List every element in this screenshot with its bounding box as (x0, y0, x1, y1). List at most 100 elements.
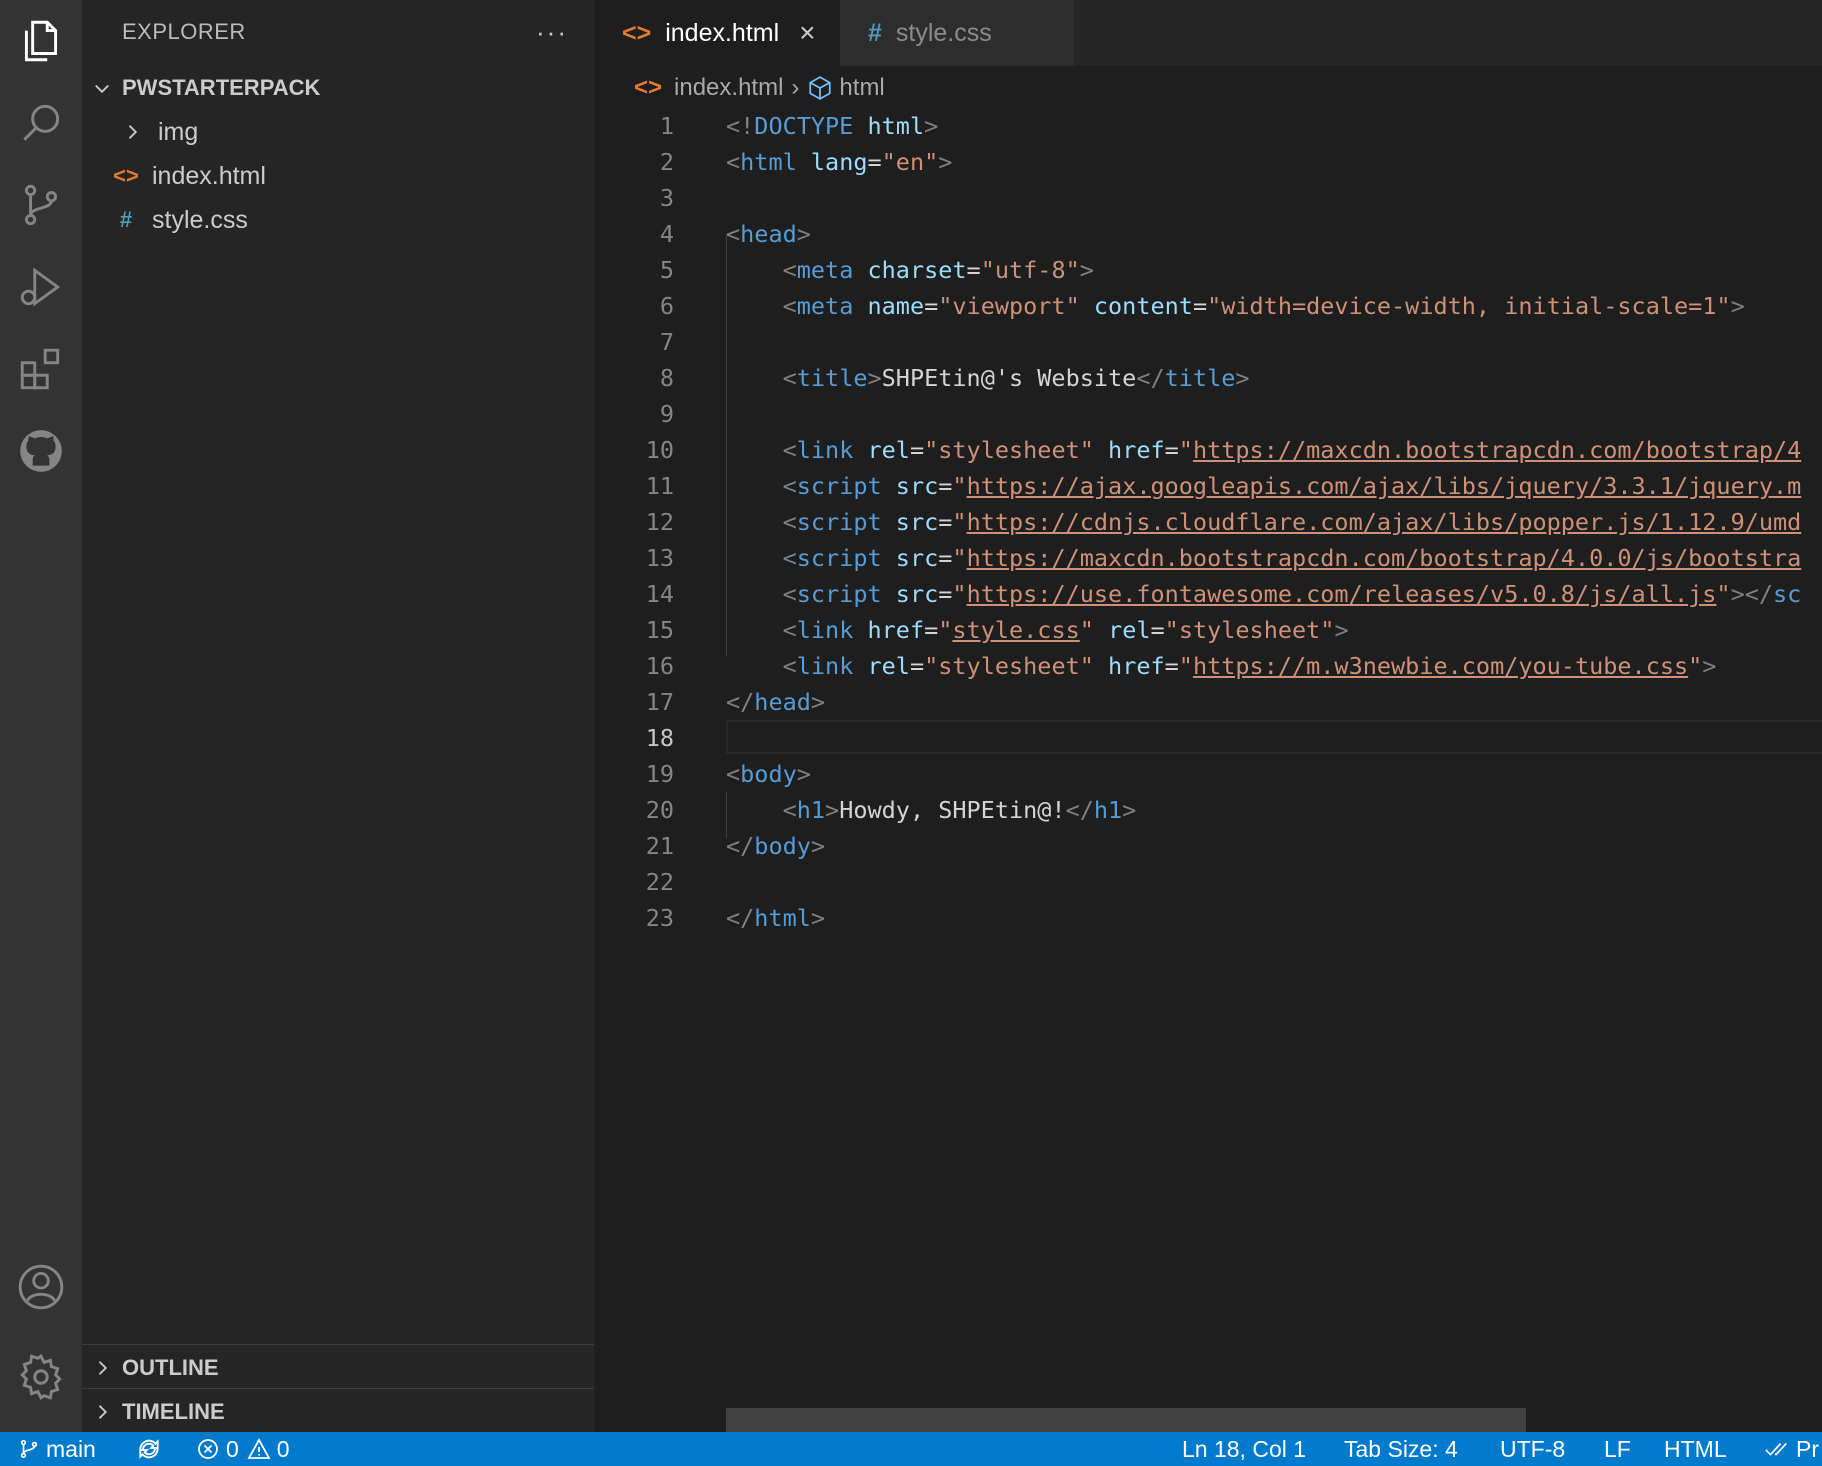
end-of-line[interactable]: LF (1604, 1432, 1631, 1466)
tab-size[interactable]: Tab Size: 4 (1344, 1432, 1458, 1466)
cursor-position[interactable]: Ln 18, Col 1 (1182, 1432, 1306, 1466)
code-token: < (782, 256, 797, 284)
tab-index-html[interactable]: <> index.html × (594, 0, 840, 66)
code-token: Howdy, SHPEtin@! (839, 796, 1066, 824)
code-line[interactable]: 18 (594, 720, 1822, 756)
code-link[interactable]: https://m.w3newbie.com/you-tube.css (1193, 652, 1688, 680)
code-link[interactable]: https://maxcdn.bootstrapcdn.com/bootstra… (967, 544, 1802, 572)
tab-style-css[interactable]: # style.css (840, 0, 1074, 66)
code-line[interactable]: 12 <script src="https://cdnjs.cloudflare… (594, 504, 1822, 540)
code-line[interactable]: 14 <script src="https://use.fontawesome.… (594, 576, 1822, 612)
code-token: head (740, 220, 797, 248)
explorer-icon[interactable] (0, 0, 82, 82)
code-line[interactable]: 20 <h1>Howdy, SHPEtin@!</h1> (594, 792, 1822, 828)
code-token: > (867, 364, 882, 392)
tree-item-style-css[interactable]: # style.css (82, 198, 594, 242)
code-line[interactable]: 13 <script src="https://maxcdn.bootstrap… (594, 540, 1822, 576)
code-token: </ (1136, 364, 1165, 392)
account-icon[interactable] (0, 1246, 82, 1328)
code-link[interactable]: style.css (952, 616, 1079, 644)
more-actions-button[interactable]: ··· (536, 17, 582, 48)
code-token: = (1164, 436, 1179, 464)
line-number: 8 (659, 364, 674, 392)
folder-section-header[interactable]: PWSTARTERPACK (82, 66, 594, 110)
code-link[interactable]: https://maxcdn.bootstrapcdn.com/bootstra… (1193, 436, 1801, 464)
settings-gear-icon[interactable] (0, 1336, 82, 1418)
code-line[interactable]: 2 <html lang="en"> (594, 144, 1822, 180)
code-link[interactable]: https://use.fontawesome.com/releases/v5.… (967, 580, 1717, 608)
line-number: 21 (645, 832, 674, 860)
language-mode[interactable]: HTML (1664, 1432, 1727, 1466)
prettier-status[interactable]: Pr (1764, 1432, 1819, 1466)
code-token: href (867, 616, 925, 644)
code-line[interactable]: 9 (594, 396, 1822, 432)
tree-item-label: img (158, 117, 199, 146)
code-token: " (952, 508, 967, 536)
code-line[interactable]: 7 (594, 324, 1822, 360)
code-token: = (1150, 616, 1165, 644)
code-token: h1 (1093, 796, 1123, 824)
code-line[interactable]: 21 </body> (594, 828, 1822, 864)
code-token: html (867, 112, 925, 140)
tree-item-index-html[interactable]: <> index.html (82, 154, 594, 198)
horizontal-scrollbar[interactable] (726, 1408, 1526, 1432)
line-number: 6 (659, 292, 674, 320)
run-debug-icon[interactable] (0, 246, 82, 328)
code-line[interactable]: 17 </head> (594, 684, 1822, 720)
code-line[interactable]: 23 </html> (594, 900, 1822, 936)
problems-indicator[interactable]: 0 0 (196, 1432, 290, 1466)
code-token: " (1716, 580, 1731, 608)
code-line[interactable]: 22 (594, 864, 1822, 900)
breadcrumb-symbol[interactable]: html (839, 74, 884, 102)
source-control-icon[interactable] (0, 164, 82, 246)
code-line[interactable]: 6 <meta name="viewport" content="width=d… (594, 288, 1822, 324)
close-icon[interactable]: × (799, 17, 815, 49)
code-token: > (810, 688, 826, 716)
code-line[interactable]: 3 (594, 180, 1822, 216)
code-token: script (796, 580, 882, 608)
code-token: link (796, 652, 854, 680)
code-link[interactable]: https://cdnjs.cloudflare.com/ajax/libs/p… (967, 508, 1802, 536)
code-line[interactable]: 8 <title>SHPEtin@'s Website</title> (594, 360, 1822, 396)
sync-icon[interactable] (136, 1432, 168, 1466)
timeline-section-header[interactable]: TIMELINE (82, 1390, 594, 1434)
code-line[interactable]: 16 <link rel="stylesheet" href="https://… (594, 648, 1822, 684)
warning-count: 0 (276, 1435, 290, 1462)
breadcrumb-file[interactable]: index.html (674, 74, 783, 102)
code-token: SHPEtin@'s Website (881, 364, 1137, 392)
code-token: script (796, 544, 882, 572)
code-text: <h1>Howdy, SHPEtin@!</h1> (726, 792, 1137, 828)
outline-section-header[interactable]: OUTLINE (82, 1346, 594, 1390)
code-token: meta (796, 292, 854, 320)
explorer-title: EXPLORER (122, 19, 246, 44)
code-line[interactable]: 19 <body> (594, 756, 1822, 792)
tree-item-img-folder[interactable]: img (82, 110, 594, 154)
code-line[interactable]: 11 <script src="https://ajax.googleapis.… (594, 468, 1822, 504)
code-link[interactable]: https://ajax.googleapis.com/ajax/libs/jq… (967, 472, 1802, 500)
html-file-icon: <> (634, 74, 663, 101)
code-line[interactable]: 15 <link href="style.css" rel="styleshee… (594, 612, 1822, 648)
code-token: " (1178, 436, 1193, 464)
search-icon[interactable] (0, 82, 82, 164)
encoding[interactable]: UTF-8 (1500, 1432, 1565, 1466)
code-editor[interactable]: 1 <!DOCTYPE html> 2 <html lang="en"> 3 4 <head… (594, 108, 1822, 1408)
line-number: 7 (659, 328, 674, 356)
explorer-header: EXPLORER ··· (122, 0, 582, 64)
github-icon[interactable] (0, 410, 82, 492)
code-line[interactable]: 4 <head> (594, 216, 1822, 252)
code-token: "width=device-width, initial-scale=1" (1207, 292, 1731, 320)
branch-indicator[interactable]: main (18, 1432, 96, 1466)
code-line[interactable]: 5 <meta charset="utf-8"> (594, 252, 1822, 288)
code-token: < (782, 580, 797, 608)
code-token: < (782, 796, 797, 824)
code-line[interactable]: 10 <link rel="stylesheet" href="https://… (594, 432, 1822, 468)
extensions-icon[interactable] (0, 328, 82, 410)
code-line[interactable]: 1 <!DOCTYPE html> (594, 108, 1822, 144)
code-token: < (782, 616, 797, 644)
